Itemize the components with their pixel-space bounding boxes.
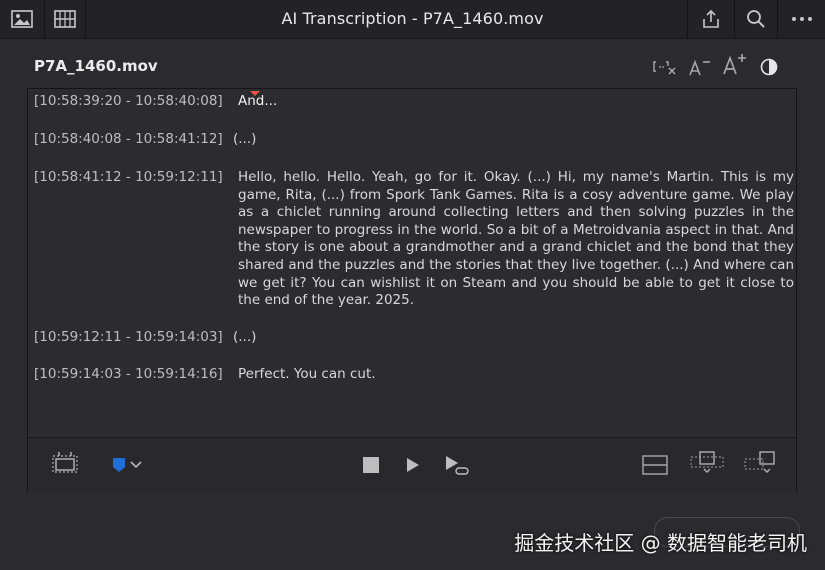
title-bar: AI Transcription - P7A_1460.mov	[0, 0, 825, 39]
play-loop-button[interactable]	[444, 455, 470, 475]
transcript-text[interactable]: Hello, hello. Hello. Yeah, go for it. Ok…	[238, 169, 794, 310]
insert-icon	[642, 455, 668, 475]
timecode: [10:59:14:03 - 10:59:14:16]	[34, 366, 223, 382]
overwrite-icon	[690, 451, 724, 473]
remove-silence-icon	[653, 61, 676, 75]
transcript-text[interactable]: Perfect. You can cut.	[238, 366, 794, 384]
play-loop-icon	[446, 456, 469, 475]
increase-font-icon	[723, 54, 746, 75]
bottom-toolbar	[28, 437, 796, 492]
transcript-text[interactable]: And...	[238, 93, 794, 111]
insert-button[interactable]	[642, 455, 668, 475]
search-icon	[747, 10, 765, 28]
stop-button[interactable]	[363, 455, 379, 475]
increase-font-button[interactable]	[722, 53, 748, 75]
create-subtitles-button[interactable]	[50, 452, 80, 473]
decrease-font-icon	[689, 59, 710, 76]
contrast-button[interactable]	[760, 56, 778, 78]
chevron-down-icon	[130, 461, 142, 469]
append-button[interactable]	[744, 451, 778, 473]
more-button[interactable]	[778, 0, 825, 38]
marker-icon	[113, 458, 125, 472]
timecode: [10:59:12:11 - 10:59:14:03]	[34, 329, 223, 345]
marker-dropdown[interactable]	[112, 455, 143, 475]
more-icon	[791, 17, 812, 21]
play-icon	[407, 458, 419, 472]
overwrite-button[interactable]	[690, 451, 724, 473]
transcript-panel: [10:58:39:20 - 10:58:40:08] And... [10:5…	[27, 88, 797, 492]
timecode: [10:58:40:08 - 10:58:41:12]	[34, 131, 223, 147]
transcript-list: [10:58:39:20 - 10:58:40:08] And... [10:5…	[28, 89, 796, 437]
search-button[interactable]	[735, 0, 777, 38]
contrast-icon	[760, 58, 778, 76]
append-icon	[744, 451, 775, 473]
watermark: 掘金技术社区 @ 数据智能老司机	[514, 531, 807, 555]
transcript-text[interactable]: (...)	[233, 131, 789, 149]
clip-filename: P7A_1460.mov	[34, 57, 158, 75]
share-button[interactable]	[688, 0, 734, 38]
decrease-font-button[interactable]	[688, 56, 712, 78]
create-subtitles-icon	[52, 452, 78, 473]
timecode: [10:58:41:12 - 10:59:12:11]	[34, 169, 223, 185]
play-button[interactable]	[406, 455, 420, 475]
share-icon	[703, 9, 719, 28]
transcript-text[interactable]: (...)	[233, 329, 789, 347]
stop-icon	[363, 457, 379, 473]
remove-silence-button[interactable]	[652, 56, 678, 78]
timecode: [10:58:39:20 - 10:58:40:08]	[34, 93, 223, 109]
